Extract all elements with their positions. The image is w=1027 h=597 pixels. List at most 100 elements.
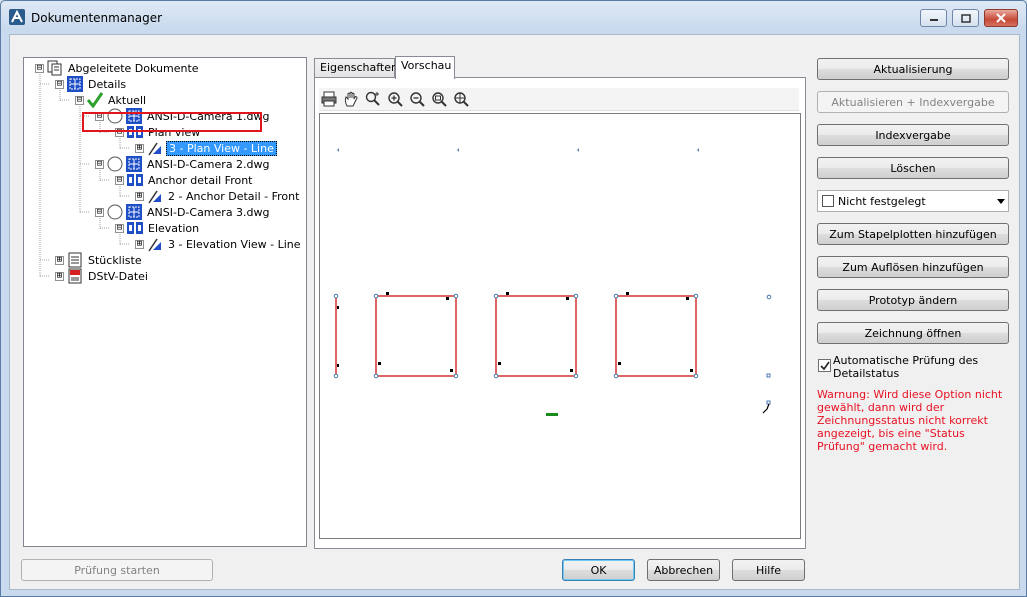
warning-text: Warnung: Wird diese Option nicht gewählt… [817, 388, 1003, 453]
tree-node-label: ANSI-D-Camera 3.dwg [147, 205, 270, 219]
green-label-mark [546, 413, 558, 416]
tree-node-label: Stückliste [88, 253, 142, 267]
preview-panel [314, 77, 806, 549]
ok-button[interactable]: OK [562, 559, 635, 581]
collapse-icon[interactable]: ⊟ [75, 95, 84, 105]
tree-node-camera3[interactable]: ⊟ ANSI-D-Camera 3.dwg [95, 204, 272, 220]
pruefung-starten-button[interactable]: Prüfung starten [21, 559, 213, 581]
title-bar[interactable]: Dokumentenmanager [1, 1, 1026, 35]
close-icon [996, 13, 1006, 23]
expand-icon[interactable]: ⊞ [135, 143, 144, 153]
tree-node-dstv-file[interactable]: ⊞ DStV-Datei [55, 268, 150, 284]
preview-toolbar [319, 88, 799, 111]
status-circle-icon [107, 156, 123, 172]
tree-node-camera2[interactable]: ⊟ ANSI-D-Camera 2.dwg [95, 156, 272, 172]
status-select-value: Nicht festgelegt [838, 194, 926, 208]
drawing-preview[interactable] [319, 113, 801, 539]
maximize-icon [960, 13, 971, 23]
aufloesen-button[interactable]: Zum Auflösen hinzufügen [817, 256, 1009, 278]
abbrechen-button[interactable]: Abbrechen [647, 559, 720, 581]
tree-node-label: Anchor detail Front [148, 173, 253, 187]
selection-highlight-box [82, 112, 262, 132]
print-icon[interactable] [321, 91, 337, 107]
prototyp-aendern-button[interactable]: Prototyp ändern [817, 289, 1009, 311]
minimize-button[interactable] [920, 9, 947, 27]
tree-node-label: Details [88, 77, 127, 91]
minimize-icon [929, 19, 938, 21]
green-check-icon [87, 92, 103, 108]
tree-node-parts-list[interactable]: ⊞ Stückliste [55, 252, 144, 268]
expand-icon[interactable]: ⊞ [135, 191, 144, 201]
tree-node-label: 2 - Anchor Detail - Front [168, 189, 300, 203]
blue-pen-icon [148, 142, 161, 156]
blue-pen-icon [148, 238, 161, 252]
tab-vorschau[interactable]: Vorschau [395, 56, 455, 79]
documents-icon [47, 60, 62, 76]
app-icon [9, 9, 25, 25]
zeichnung-oeffnen-button[interactable]: Zeichnung öffnen [817, 322, 1009, 344]
expand-icon[interactable]: ⊞ [55, 271, 64, 281]
auto-check-checkbox[interactable] [818, 359, 831, 372]
blue-pen-icon [148, 190, 161, 204]
tree-node-derived-documents[interactable]: ⊟ Abgeleitete Dokumente [35, 60, 201, 76]
status-circle-icon [107, 204, 123, 220]
checkmark-icon [820, 361, 830, 371]
tree-node-plan-view-line[interactable]: ⊞ 3 - Plan View - Line [135, 140, 277, 156]
chevron-down-icon [997, 199, 1005, 204]
drawing-sheet-icon [126, 204, 142, 220]
dialog-client: ⊟ Abgeleitete Dokumente ⊟ Details ⊟ Aktu… [9, 34, 1020, 590]
tree-node-label: Abgeleitete Dokumente [68, 61, 199, 75]
tree-node-label-selected: 3 - Plan View - Line [166, 140, 277, 156]
view-icon [127, 174, 143, 186]
zoom-extents-icon[interactable] [453, 91, 469, 107]
tree-node-label: 3 - Elevation View - Line [168, 237, 301, 251]
tree-node-label: DStV-Datei [88, 269, 148, 283]
collapse-icon[interactable]: ⊟ [115, 175, 124, 185]
aktualisierung-button[interactable]: Aktualisierung [817, 58, 1009, 80]
stapelplotten-button[interactable]: Zum Stapelplotten hinzufügen [817, 223, 1009, 245]
marker-dots [337, 148, 699, 152]
drawing-sheet-icon [67, 76, 83, 92]
zoom-out-icon[interactable] [409, 91, 425, 107]
tree-node-anchor-detail[interactable]: ⊟ Anchor detail Front [115, 172, 255, 188]
collapse-icon[interactable]: ⊟ [95, 159, 104, 169]
view-icon [127, 222, 143, 234]
status-select[interactable]: Nicht festgelegt [817, 190, 1009, 212]
small-leader-mark [762, 403, 770, 414]
expand-icon[interactable]: ⊞ [135, 239, 144, 249]
zoom-window-icon[interactable] [431, 91, 447, 107]
hilfe-button[interactable]: Hilfe [732, 559, 805, 581]
tree-node-details[interactable]: ⊟ Details [55, 76, 128, 92]
dstv-file-icon [68, 268, 82, 284]
tree-node-label: ANSI-D-Camera 2.dwg [147, 157, 270, 171]
pan-icon[interactable] [343, 91, 359, 107]
dialog-window: Dokumentenmanager ⊟ Abgeleitete Dokument… [0, 0, 1027, 597]
tree-node-elevation[interactable]: ⊟ Elevation [115, 220, 201, 236]
tree-node-current[interactable]: ⊟ Aktuell [75, 92, 148, 108]
collapse-icon[interactable]: ⊟ [115, 223, 124, 233]
window-title: Dokumentenmanager [31, 11, 163, 25]
collapse-icon[interactable]: ⊟ [55, 79, 64, 89]
maximize-button[interactable] [952, 9, 979, 27]
tree-node-anchor-detail-front[interactable]: ⊞ 2 - Anchor Detail - Front [135, 188, 301, 204]
collapse-icon[interactable]: ⊟ [95, 207, 104, 217]
indexvergabe-button[interactable]: Indexvergabe [817, 124, 1009, 146]
close-button[interactable] [984, 9, 1018, 27]
tree-node-label: Elevation [148, 221, 200, 235]
parts-list-icon [68, 252, 82, 268]
collapse-icon[interactable]: ⊟ [35, 63, 44, 73]
auto-check-label: Automatische Prüfung des Detailstatus [833, 354, 979, 380]
status-swatch-icon [822, 195, 834, 207]
tree-node-label: Aktuell [108, 93, 147, 107]
drawing-canvas [333, 148, 772, 416]
zoom-in-icon[interactable] [387, 91, 403, 107]
loeschen-button[interactable]: Löschen [817, 157, 1009, 179]
tab-eigenschaften[interactable]: Eigenschaften [314, 58, 398, 78]
corner-grips [333, 293, 772, 405]
zoom-realtime-icon[interactable] [365, 91, 381, 107]
frame-ticks [337, 292, 693, 372]
aktualisieren-indexvergabe-button[interactable]: Aktualisieren + Indexvergabe [817, 91, 1009, 113]
tree-node-elevation-view-line[interactable]: ⊞ 3 - Elevation View - Line [135, 236, 303, 252]
expand-icon[interactable]: ⊞ [55, 255, 64, 265]
drawing-sheet-icon [126, 156, 142, 172]
